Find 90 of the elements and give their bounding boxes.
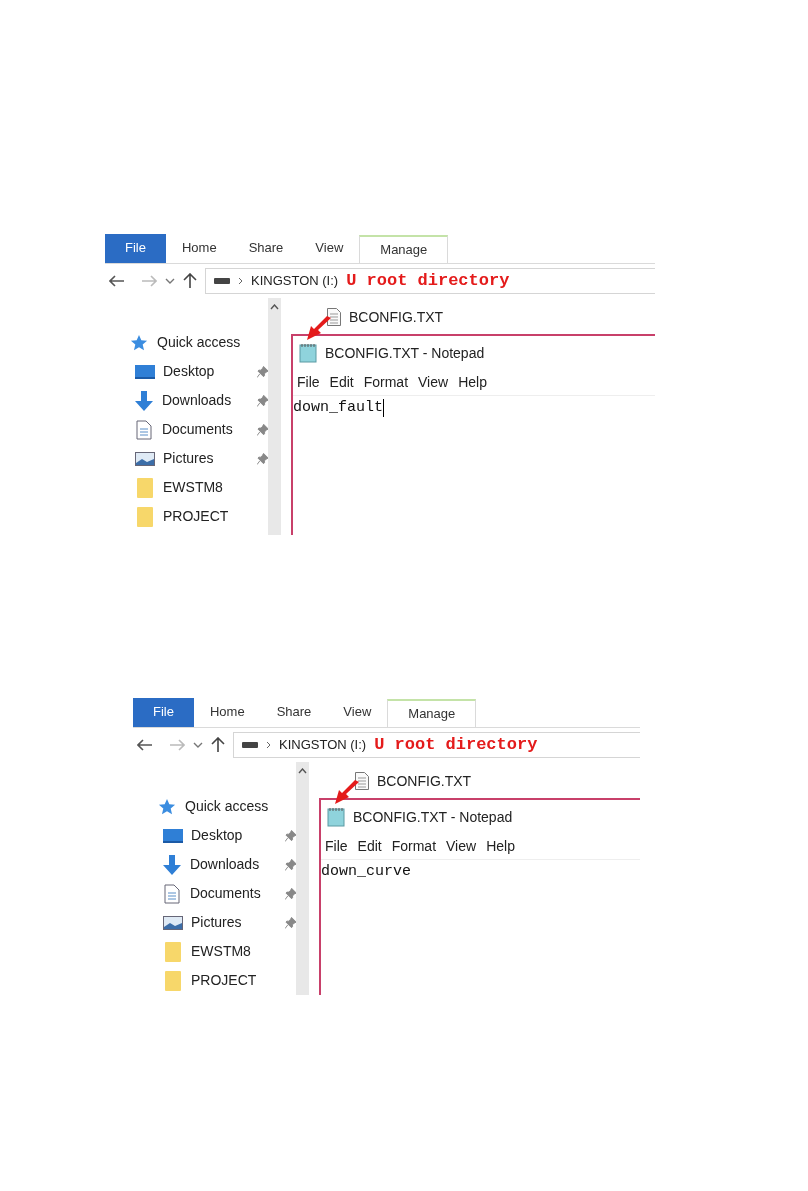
pointer-arrow — [335, 780, 361, 806]
navigation-item[interactable]: PROJECT — [129, 502, 268, 531]
folder-icon — [165, 941, 181, 962]
menu-item[interactable]: View — [442, 836, 481, 857]
text-content: down_curve — [321, 861, 411, 882]
address-path: KINGSTON (I:) — [251, 272, 339, 291]
menu-item[interactable]: File — [293, 372, 324, 393]
ribbon-tab[interactable]: File — [133, 698, 194, 727]
address-path: KINGSTON (I:) — [279, 736, 367, 755]
down-arrow-icon — [135, 390, 154, 411]
navigation-item[interactable]: Documents — [157, 879, 296, 908]
address-bar[interactable]: KINGSTON (I:) U root directory — [233, 732, 640, 758]
folder-icon — [137, 477, 153, 498]
pin-icon[interactable] — [256, 423, 268, 436]
document-icon — [164, 883, 181, 904]
chevron-right-icon — [238, 277, 243, 285]
back-arrow-icon[interactable] — [109, 275, 125, 287]
notepad-title: BCONFIG.TXT - Notepad — [353, 807, 513, 827]
navigation-item[interactable]: Quick access — [129, 328, 268, 357]
file-entry[interactable]: BCONFIG.TXT — [291, 298, 655, 328]
menu-item[interactable]: File — [321, 836, 352, 857]
notepad-icon — [299, 343, 317, 363]
star-icon — [158, 797, 176, 816]
ribbon-tab[interactable]: View — [299, 234, 360, 263]
pin-icon[interactable] — [284, 916, 296, 929]
chevron-down-icon[interactable] — [193, 742, 203, 748]
navigation-item[interactable]: EWSTM8 — [129, 473, 268, 502]
text-file-icon — [327, 308, 341, 326]
star-icon — [130, 333, 148, 352]
back-arrow-icon[interactable] — [137, 739, 153, 751]
ribbon-tab[interactable]: Share — [260, 698, 328, 727]
ribbon-tab[interactable]: Share — [232, 234, 300, 263]
notepad-icon — [327, 807, 345, 827]
pin-icon[interactable] — [256, 365, 268, 378]
forward-arrow-icon[interactable] — [141, 275, 157, 287]
drive-icon — [214, 277, 230, 285]
chevron-right-icon — [266, 741, 271, 749]
ribbon-tab[interactable]: Manage — [359, 235, 449, 263]
up-arrow-icon[interactable] — [211, 737, 225, 753]
forward-arrow-icon[interactable] — [169, 739, 185, 751]
navigation-item[interactable]: Desktop — [129, 357, 268, 386]
picture-icon — [135, 451, 155, 466]
navigation-item[interactable]: Documents — [129, 415, 268, 444]
annotation-text: U root directory — [346, 270, 510, 293]
document-icon — [136, 419, 153, 440]
pin-icon[interactable] — [256, 394, 268, 407]
ribbon-tab[interactable]: View — [327, 698, 388, 727]
up-arrow-icon[interactable] — [183, 273, 197, 289]
navigation-item[interactable]: Downloads — [129, 386, 268, 415]
ribbon-tab[interactable]: Manage — [387, 699, 477, 727]
chevron-up-icon[interactable] — [298, 768, 307, 774]
navigation-item[interactable]: Quick access — [157, 792, 296, 821]
notepad-title: BCONFIG.TXT - Notepad — [325, 343, 485, 363]
menu-item[interactable]: Format — [359, 372, 413, 393]
chevron-up-icon[interactable] — [270, 304, 279, 310]
folder-icon — [165, 970, 181, 991]
menu-item[interactable]: Help — [454, 372, 491, 393]
menu-item[interactable]: View — [414, 372, 453, 393]
pin-icon[interactable] — [256, 452, 268, 465]
pointer-arrow — [307, 316, 333, 342]
desktop-icon — [163, 827, 183, 844]
text-content: down_fault — [293, 397, 383, 418]
file-entry[interactable]: BCONFIG.TXT — [319, 762, 640, 792]
scrollbar[interactable] — [296, 762, 309, 995]
pin-icon[interactable] — [284, 829, 296, 842]
menu-item[interactable]: Help — [482, 836, 519, 857]
ribbon-tab[interactable]: Home — [165, 234, 233, 263]
annotation-text: U root directory — [374, 734, 538, 757]
navigation-item[interactable]: Desktop — [157, 821, 296, 850]
navigation-item[interactable]: EWSTM8 — [157, 937, 296, 966]
menu-item[interactable]: Edit — [325, 372, 358, 393]
pin-icon[interactable] — [284, 858, 296, 871]
navigation-item[interactable]: Pictures — [157, 908, 296, 937]
folder-icon — [137, 506, 153, 527]
menu-item[interactable]: Format — [387, 836, 441, 857]
picture-icon — [163, 915, 183, 930]
scrollbar[interactable] — [268, 298, 281, 535]
navigation-item[interactable]: Downloads — [157, 850, 296, 879]
ribbon-tab[interactable]: File — [105, 234, 166, 263]
ribbon-tab[interactable]: Home — [193, 698, 261, 727]
navigation-item[interactable]: PROJECT — [157, 966, 296, 995]
address-bar[interactable]: KINGSTON (I:) U root directory — [205, 268, 655, 294]
menu-item[interactable]: Edit — [353, 836, 386, 857]
drive-icon — [242, 741, 258, 749]
text-file-icon — [355, 772, 369, 790]
chevron-down-icon[interactable] — [165, 278, 175, 284]
desktop-icon — [135, 363, 155, 380]
navigation-item[interactable]: Pictures — [129, 444, 268, 473]
pin-icon[interactable] — [284, 887, 296, 900]
down-arrow-icon — [163, 854, 182, 875]
